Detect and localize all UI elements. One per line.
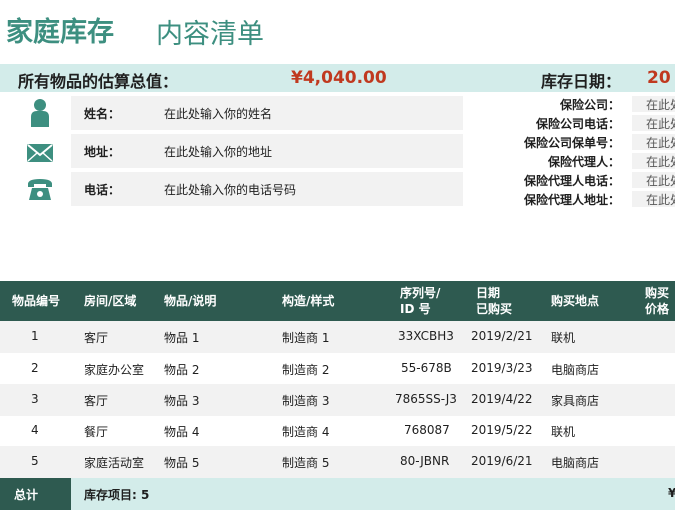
cell-make[interactable]: 制造商 1	[282, 329, 329, 346]
insurance-phone-field[interactable]: 在此处	[632, 115, 675, 131]
address-field[interactable]: 在此处输入你的地址	[164, 143, 272, 160]
insurance-agent-phone-field[interactable]: 在此处	[632, 172, 675, 188]
header-date-line2: 已购买	[476, 302, 513, 316]
name-field[interactable]: 在此处输入你的姓名	[164, 105, 272, 122]
cell-id[interactable]: 1	[31, 329, 39, 343]
table-row[interactable]: 2 家庭办公室 物品 2 制造商 2 55-678B 2019/3/23 电脑商…	[0, 353, 675, 385]
cell-make[interactable]: 制造商 3	[282, 392, 329, 409]
insurance-agent-address-label: 保险代理人地址：	[523, 193, 620, 207]
page-subtitle: 内容清单	[156, 19, 264, 50]
cell-room[interactable]: 客厅	[84, 392, 108, 409]
cell-item[interactable]: 物品 5	[164, 454, 199, 471]
cell-id[interactable]: 3	[31, 392, 39, 406]
phone-field[interactable]: 在此处输入你的电话号码	[164, 181, 296, 198]
cell-place[interactable]: 电脑商店	[551, 454, 599, 471]
cell-date[interactable]: 2019/5/22	[471, 423, 533, 437]
cell-id[interactable]: 4	[31, 423, 39, 437]
cell-date[interactable]: 2019/4/22	[471, 392, 533, 406]
name-label: 姓名：	[84, 107, 121, 121]
cell-serial[interactable]: 768087	[404, 423, 450, 437]
header-item-number[interactable]: 物品编号	[12, 293, 60, 309]
total-value[interactable]: ¥4,040.00	[291, 68, 387, 88]
insurance-agent-field[interactable]: 在此处	[632, 153, 675, 169]
insurance-agent-address-field[interactable]: 在此处	[632, 191, 675, 207]
cell-id[interactable]: 5	[31, 454, 39, 468]
cell-room[interactable]: 家庭办公室	[84, 361, 144, 378]
page-title: 家庭库存	[6, 17, 114, 48]
insurance-policy-value: 在此处	[646, 136, 675, 150]
envelope-icon	[27, 144, 53, 162]
insurance-company-label: 保险公司：	[559, 98, 620, 112]
insurance-company-value: 在此处	[646, 98, 675, 112]
header-date[interactable]: 日期 已购买	[476, 285, 512, 317]
insurance-phone-label: 保险公司电话：	[535, 117, 620, 131]
insurance-agent-phone-value: 在此处	[646, 174, 675, 188]
cell-serial[interactable]: 55-678B	[401, 361, 452, 375]
insurance-agent-phone-label: 保险代理人电话：	[523, 174, 620, 188]
telephone-icon	[28, 179, 52, 200]
header-serial-line2: ID 号	[400, 302, 431, 316]
table-row[interactable]: 1 客厅 物品 1 制造商 1 33XCBH3 2019/2/21 联机	[0, 321, 675, 353]
header-date-line1: 日期	[476, 286, 501, 300]
inventory-date-value[interactable]: 20	[647, 68, 671, 88]
header-price-line1: 购买	[645, 286, 670, 300]
footer-total-price: ¥	[668, 486, 675, 500]
phone-label: 电话：	[84, 183, 121, 197]
header-make[interactable]: 构造/样式	[282, 293, 334, 309]
cell-date[interactable]: 2019/2/21	[471, 329, 533, 343]
header-place[interactable]: 购买地点	[551, 293, 599, 309]
cell-room[interactable]: 家庭活动室	[84, 454, 144, 471]
cell-id[interactable]: 2	[31, 361, 39, 375]
person-icon	[31, 99, 49, 127]
header-serial-line1: 序列号/	[400, 286, 441, 300]
cell-serial[interactable]: 33XCBH3	[398, 329, 454, 343]
cell-item[interactable]: 物品 2	[164, 361, 199, 378]
insurance-agent-label: 保险代理人：	[547, 155, 620, 169]
insurance-policy-label: 保险公司保单号：	[523, 136, 620, 150]
footer-total-label: 总计	[14, 488, 39, 502]
cell-place[interactable]: 联机	[551, 329, 575, 346]
cell-date[interactable]: 2019/6/21	[471, 454, 533, 468]
address-label: 地址：	[84, 145, 121, 159]
cell-item[interactable]: 物品 1	[164, 329, 199, 346]
cell-make[interactable]: 制造商 2	[282, 361, 329, 378]
table-row[interactable]: 5 家庭活动室 物品 5 制造商 5 80-JBNR 2019/6/21 电脑商…	[0, 446, 675, 478]
header-serial[interactable]: 序列号/ ID 号	[400, 285, 440, 317]
cell-date[interactable]: 2019/3/23	[471, 361, 533, 375]
table-row[interactable]: 4 餐厅 物品 4 制造商 4 768087 2019/5/22 联机	[0, 415, 675, 447]
cell-serial[interactable]: 80-JBNR	[400, 454, 449, 468]
header-price-line2: 价格	[645, 302, 670, 316]
cell-item[interactable]: 物品 4	[164, 423, 199, 440]
cell-room[interactable]: 餐厅	[84, 423, 108, 440]
cell-place[interactable]: 家具商店	[551, 392, 599, 409]
cell-serial[interactable]: 7865SS-J3	[395, 392, 457, 406]
insurance-company-field[interactable]: 在此处	[632, 96, 675, 112]
cell-room[interactable]: 客厅	[84, 329, 108, 346]
insurance-policy-field[interactable]: 在此处	[632, 134, 675, 150]
cell-make[interactable]: 制造商 4	[282, 423, 329, 440]
header-item[interactable]: 物品/说明	[164, 293, 216, 309]
header-room[interactable]: 房间/区域	[84, 293, 136, 309]
insurance-agent-value: 在此处	[646, 155, 675, 169]
cell-item[interactable]: 物品 3	[164, 392, 199, 409]
insurance-agent-address-value: 在此处	[646, 193, 675, 207]
cell-place[interactable]: 联机	[551, 423, 575, 440]
footer-item-count: 库存项目: 5	[84, 488, 150, 502]
cell-make[interactable]: 制造商 5	[282, 454, 329, 471]
total-value-label: 所有物品的估算总值：	[18, 72, 179, 91]
insurance-phone-value: 在此处	[646, 117, 675, 131]
inventory-date-label: 库存日期：	[541, 72, 622, 91]
cell-place[interactable]: 电脑商店	[551, 361, 599, 378]
table-row[interactable]: 3 客厅 物品 3 制造商 3 7865SS-J3 2019/4/22 家具商店	[0, 384, 675, 416]
header-price[interactable]: 购买 价格	[645, 285, 669, 317]
